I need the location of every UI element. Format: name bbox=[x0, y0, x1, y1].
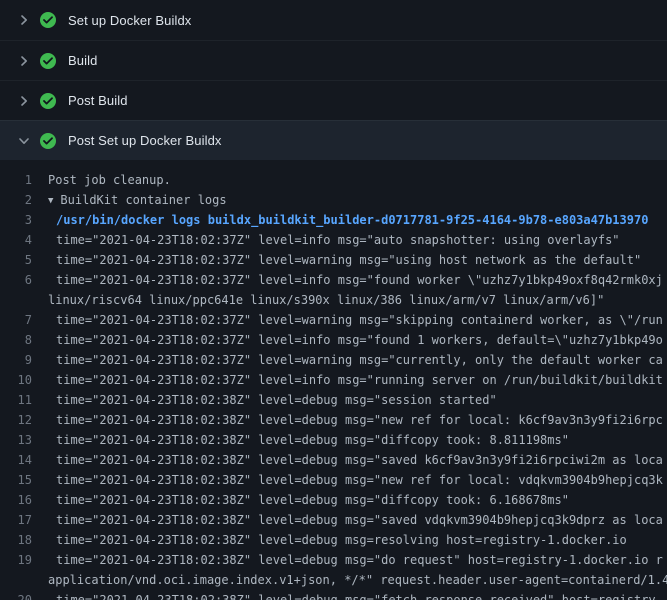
log-line-number[interactable] bbox=[0, 290, 48, 310]
log-line[interactable]: 4 time="2021-04-23T18:02:37Z" level=info… bbox=[0, 230, 667, 250]
log-line-number[interactable]: 4 bbox=[0, 230, 48, 250]
step-label: Post Set up Docker Buildx bbox=[68, 133, 222, 148]
log-line-number[interactable]: 10 bbox=[0, 370, 48, 390]
log-line-number[interactable]: 14 bbox=[0, 450, 48, 470]
log-line[interactable]: 15 time="2021-04-23T18:02:38Z" level=deb… bbox=[0, 470, 667, 490]
log-line-text: time="2021-04-23T18:02:38Z" level=debug … bbox=[48, 430, 569, 450]
log-line[interactable]: 8 time="2021-04-23T18:02:37Z" level=info… bbox=[0, 330, 667, 350]
log-rows: 1 Post job cleanup. 2 ▼BuildKit containe… bbox=[0, 160, 667, 600]
chevron-right-icon[interactable] bbox=[16, 93, 32, 109]
log-line-number[interactable]: 17 bbox=[0, 510, 48, 530]
log-line-text: time="2021-04-23T18:02:38Z" level=debug … bbox=[48, 490, 569, 510]
log-line-number[interactable]: 2 bbox=[0, 190, 48, 210]
log-line-number[interactable]: 9 bbox=[0, 350, 48, 370]
log-line-text: time="2021-04-23T18:02:37Z" level=info m… bbox=[48, 330, 663, 350]
log-line-number[interactable]: 20 bbox=[0, 590, 48, 600]
log-line-text: time="2021-04-23T18:02:37Z" level=info m… bbox=[48, 270, 663, 290]
actions-log-viewer: Set up Docker Buildx Build Post Build bbox=[0, 0, 667, 600]
log-line[interactable]: 17 time="2021-04-23T18:02:38Z" level=deb… bbox=[0, 510, 667, 530]
log-line-text: time="2021-04-23T18:02:38Z" level=debug … bbox=[48, 530, 627, 550]
log-line[interactable]: 11 time="2021-04-23T18:02:38Z" level=deb… bbox=[0, 390, 667, 410]
step-label: Set up Docker Buildx bbox=[68, 13, 191, 28]
step-label: Post Build bbox=[68, 93, 128, 108]
log-line[interactable]: 10 time="2021-04-23T18:02:37Z" level=inf… bbox=[0, 370, 667, 390]
chevron-down-icon[interactable] bbox=[16, 133, 32, 149]
step-set-up-docker-buildx[interactable]: Set up Docker Buildx bbox=[0, 0, 667, 40]
log-line-text: time="2021-04-23T18:02:38Z" level=debug … bbox=[48, 390, 497, 410]
workflow-steps: Set up Docker Buildx Build Post Build bbox=[0, 0, 667, 160]
log-line-text: time="2021-04-23T18:02:38Z" level=debug … bbox=[48, 590, 656, 600]
log-line[interactable]: 9 time="2021-04-23T18:02:37Z" level=warn… bbox=[0, 350, 667, 370]
group-toggle-icon[interactable]: ▼ bbox=[48, 191, 53, 210]
log-line-text: time="2021-04-23T18:02:38Z" level=debug … bbox=[48, 410, 663, 430]
log-line-text: time="2021-04-23T18:02:37Z" level=warnin… bbox=[48, 350, 663, 370]
log-line-number[interactable]: 6 bbox=[0, 270, 48, 290]
log-line-number[interactable]: 3 bbox=[0, 210, 48, 230]
log-line-number[interactable]: 11 bbox=[0, 390, 48, 410]
log-line[interactable]: 5 time="2021-04-23T18:02:37Z" level=warn… bbox=[0, 250, 667, 270]
log-line-number[interactable]: 18 bbox=[0, 530, 48, 550]
log-line-number[interactable]: 8 bbox=[0, 330, 48, 350]
log-line-text: time="2021-04-23T18:02:37Z" level=warnin… bbox=[48, 310, 663, 330]
log-line[interactable]: 20 time="2021-04-23T18:02:38Z" level=deb… bbox=[0, 590, 667, 600]
log-line[interactable]: 19 time="2021-04-23T18:02:38Z" level=deb… bbox=[0, 550, 667, 570]
log-line-number[interactable]: 12 bbox=[0, 410, 48, 430]
log-line[interactable]: 13 time="2021-04-23T18:02:38Z" level=deb… bbox=[0, 430, 667, 450]
check-circle-icon bbox=[40, 133, 56, 149]
step-post-build[interactable]: Post Build bbox=[0, 80, 667, 120]
log-line-number[interactable]: 15 bbox=[0, 470, 48, 490]
step-post-set-up-docker-buildx[interactable]: Post Set up Docker Buildx bbox=[0, 120, 667, 160]
log-line-number[interactable]: 1 bbox=[0, 170, 48, 190]
chevron-right-icon[interactable] bbox=[16, 12, 32, 28]
log-line-number[interactable]: 13 bbox=[0, 430, 48, 450]
log-line[interactable]: 1 Post job cleanup. bbox=[0, 170, 667, 190]
log-line-text: ▼BuildKit container logs bbox=[48, 190, 227, 210]
check-circle-icon bbox=[40, 53, 56, 69]
log-line[interactable]: application/vnd.oci.image.index.v1+json,… bbox=[0, 570, 667, 590]
log-line-text: time="2021-04-23T18:02:37Z" level=warnin… bbox=[48, 250, 641, 270]
chevron-right-icon[interactable] bbox=[16, 53, 32, 69]
log-line-number[interactable]: 5 bbox=[0, 250, 48, 270]
log-line-number[interactable]: 16 bbox=[0, 490, 48, 510]
log-line-text: time="2021-04-23T18:02:38Z" level=debug … bbox=[48, 510, 663, 530]
log-line-text: time="2021-04-23T18:02:37Z" level=info m… bbox=[48, 230, 620, 250]
log-line[interactable]: linux/riscv64 linux/ppc641e linux/s390x … bbox=[0, 290, 667, 310]
log-line-text: application/vnd.oci.image.index.v1+json,… bbox=[48, 570, 667, 590]
log-line-text: linux/riscv64 linux/ppc641e linux/s390x … bbox=[48, 290, 604, 310]
log-line-text: Post job cleanup. bbox=[48, 170, 171, 190]
log-line-text: time="2021-04-23T18:02:38Z" level=debug … bbox=[48, 550, 663, 570]
log-line[interactable]: 2 ▼BuildKit container logs bbox=[0, 190, 667, 210]
log-line-number[interactable]: 19 bbox=[0, 550, 48, 570]
step-label: Build bbox=[68, 53, 97, 68]
log-line[interactable]: 14 time="2021-04-23T18:02:38Z" level=deb… bbox=[0, 450, 667, 470]
log-line[interactable]: 6 time="2021-04-23T18:02:37Z" level=info… bbox=[0, 270, 667, 290]
step-build[interactable]: Build bbox=[0, 40, 667, 80]
log-line[interactable]: 12 time="2021-04-23T18:02:38Z" level=deb… bbox=[0, 410, 667, 430]
log-line-text: /usr/bin/docker logs buildx_buildkit_bui… bbox=[48, 210, 648, 230]
check-circle-icon bbox=[40, 93, 56, 109]
check-circle-icon bbox=[40, 12, 56, 28]
log-line-text: time="2021-04-23T18:02:38Z" level=debug … bbox=[48, 470, 663, 490]
log-line[interactable]: 18 time="2021-04-23T18:02:38Z" level=deb… bbox=[0, 530, 667, 550]
log-line-number[interactable]: 7 bbox=[0, 310, 48, 330]
log-line-number[interactable] bbox=[0, 570, 48, 590]
log-line[interactable]: 7 time="2021-04-23T18:02:37Z" level=warn… bbox=[0, 310, 667, 330]
log-line[interactable]: 16 time="2021-04-23T18:02:38Z" level=deb… bbox=[0, 490, 667, 510]
log-line-text: time="2021-04-23T18:02:37Z" level=info m… bbox=[48, 370, 663, 390]
log-line[interactable]: 3 /usr/bin/docker logs buildx_buildkit_b… bbox=[0, 210, 667, 230]
log-line-text: time="2021-04-23T18:02:38Z" level=debug … bbox=[48, 450, 663, 470]
